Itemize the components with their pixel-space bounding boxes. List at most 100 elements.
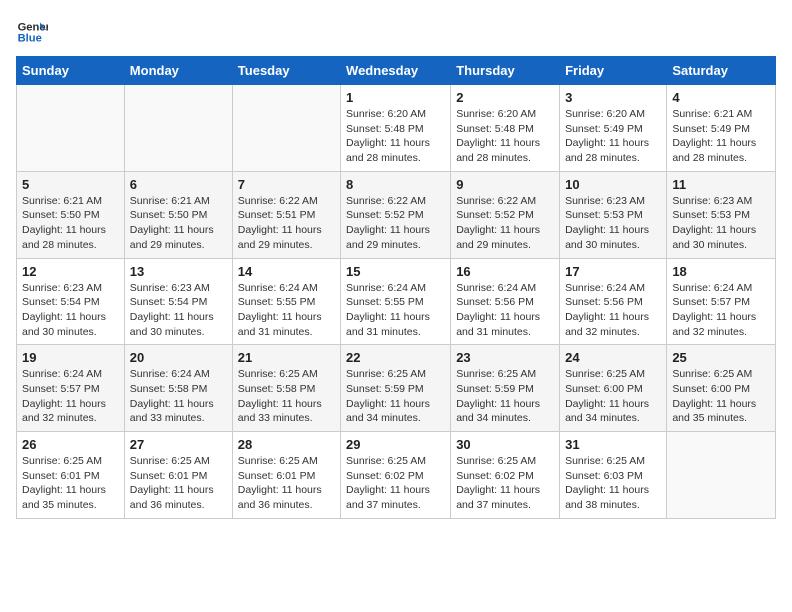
logo-icon: General Blue: [16, 16, 48, 48]
day-number: 28: [238, 437, 335, 452]
day-number: 25: [672, 350, 770, 365]
day-cell-6: 6 Sunrise: 6:21 AM Sunset: 5:50 PM Daylig…: [124, 171, 232, 258]
day-number: 27: [130, 437, 227, 452]
day-info: Sunrise: 6:24 AM Sunset: 5:56 PM Dayligh…: [565, 281, 661, 340]
day-info: Sunrise: 6:23 AM Sunset: 5:53 PM Dayligh…: [565, 194, 661, 253]
header-day-tuesday: Tuesday: [232, 57, 340, 85]
header-day-saturday: Saturday: [667, 57, 776, 85]
empty-cell: [17, 85, 125, 172]
day-number: 13: [130, 264, 227, 279]
day-cell-12: 12 Sunrise: 6:23 AM Sunset: 5:54 PM Dayli…: [17, 258, 125, 345]
day-cell-8: 8 Sunrise: 6:22 AM Sunset: 5:52 PM Daylig…: [341, 171, 451, 258]
day-number: 22: [346, 350, 445, 365]
day-cell-27: 27 Sunrise: 6:25 AM Sunset: 6:01 PM Dayli…: [124, 432, 232, 519]
header-day-thursday: Thursday: [451, 57, 560, 85]
day-cell-9: 9Sunrise: 6:22 AM Sunset: 5:52 PM Daylig…: [451, 171, 560, 258]
day-info: Sunrise: 6:24 AM Sunset: 5:55 PM Dayligh…: [346, 281, 445, 340]
header-day-friday: Friday: [560, 57, 667, 85]
day-number: 6: [130, 177, 227, 192]
day-number: 23: [456, 350, 554, 365]
day-cell-31: 31Sunrise: 6:25 AM Sunset: 6:03 PM Dayli…: [560, 432, 667, 519]
day-cell-25: 25 Sunrise: 6:25 AM Sunset: 6:00 PM Dayli…: [667, 345, 776, 432]
day-info: Sunrise: 6:25 AM Sunset: 6:00 PM Dayligh…: [672, 367, 770, 426]
day-number: 31: [565, 437, 661, 452]
day-cell-7: 7 Sunrise: 6:22 AM Sunset: 5:51 PM Daylig…: [232, 171, 340, 258]
day-number: 5: [22, 177, 119, 192]
page-header: General Blue: [16, 16, 776, 48]
day-number: 10: [565, 177, 661, 192]
day-cell-23: 23 Sunrise: 6:25 AM Sunset: 5:59 PM Dayli…: [451, 345, 560, 432]
week-row-3: 12 Sunrise: 6:23 AM Sunset: 5:54 PM Dayli…: [17, 258, 776, 345]
day-number: 3: [565, 90, 661, 105]
day-info: Sunrise: 6:25 AM Sunset: 5:59 PM Dayligh…: [346, 367, 445, 426]
day-number: 2: [456, 90, 554, 105]
day-number: 11: [672, 177, 770, 192]
day-cell-13: 13 Sunrise: 6:23 AM Sunset: 5:54 PM Dayli…: [124, 258, 232, 345]
day-number: 30: [456, 437, 554, 452]
day-cell-17: 17 Sunrise: 6:24 AM Sunset: 5:56 PM Dayli…: [560, 258, 667, 345]
day-info: Sunrise: 6:21 AM Sunset: 5:50 PM Dayligh…: [22, 194, 119, 253]
day-info: Sunrise: 6:24 AM Sunset: 5:57 PM Dayligh…: [22, 367, 119, 426]
day-info: Sunrise: 6:25 AM Sunset: 5:59 PM Dayligh…: [456, 367, 554, 426]
day-cell-21: 21 Sunrise: 6:25 AM Sunset: 5:58 PM Dayli…: [232, 345, 340, 432]
day-info: Sunrise: 6:25 AM Sunset: 6:02 PM Dayligh…: [346, 454, 445, 513]
calendar-header: SundayMondayTuesdayWednesdayThursdayFrid…: [17, 57, 776, 85]
day-cell-16: 16 Sunrise: 6:24 AM Sunset: 5:56 PM Dayli…: [451, 258, 560, 345]
day-info: Sunrise: 6:25 AM Sunset: 6:01 PM Dayligh…: [238, 454, 335, 513]
day-info: Sunrise: 6:21 AM Sunset: 5:50 PM Dayligh…: [130, 194, 227, 253]
logo: General Blue: [16, 16, 56, 48]
day-number: 15: [346, 264, 445, 279]
day-number: 20: [130, 350, 227, 365]
day-number: 7: [238, 177, 335, 192]
day-cell-28: 28 Sunrise: 6:25 AM Sunset: 6:01 PM Dayli…: [232, 432, 340, 519]
empty-cell: [124, 85, 232, 172]
day-cell-1: 1Sunrise: 6:20 AM Sunset: 5:48 PM Daylig…: [341, 85, 451, 172]
header-day-monday: Monday: [124, 57, 232, 85]
day-cell-24: 24 Sunrise: 6:25 AM Sunset: 6:00 PM Dayli…: [560, 345, 667, 432]
day-info: Sunrise: 6:23 AM Sunset: 5:54 PM Dayligh…: [22, 281, 119, 340]
day-number: 16: [456, 264, 554, 279]
day-cell-19: 19 Sunrise: 6:24 AM Sunset: 5:57 PM Dayli…: [17, 345, 125, 432]
day-number: 24: [565, 350, 661, 365]
day-number: 4: [672, 90, 770, 105]
day-number: 8: [346, 177, 445, 192]
day-info: Sunrise: 6:25 AM Sunset: 6:02 PM Dayligh…: [456, 454, 554, 513]
day-cell-20: 20 Sunrise: 6:24 AM Sunset: 5:58 PM Dayli…: [124, 345, 232, 432]
day-number: 1: [346, 90, 445, 105]
day-number: 19: [22, 350, 119, 365]
week-row-2: 5 Sunrise: 6:21 AM Sunset: 5:50 PM Daylig…: [17, 171, 776, 258]
day-info: Sunrise: 6:22 AM Sunset: 5:52 PM Dayligh…: [456, 194, 554, 253]
header-day-sunday: Sunday: [17, 57, 125, 85]
day-info: Sunrise: 6:22 AM Sunset: 5:51 PM Dayligh…: [238, 194, 335, 253]
day-info: Sunrise: 6:24 AM Sunset: 5:58 PM Dayligh…: [130, 367, 227, 426]
day-number: 12: [22, 264, 119, 279]
day-number: 29: [346, 437, 445, 452]
svg-text:Blue: Blue: [18, 33, 42, 45]
day-info: Sunrise: 6:25 AM Sunset: 5:58 PM Dayligh…: [238, 367, 335, 426]
day-info: Sunrise: 6:24 AM Sunset: 5:57 PM Dayligh…: [672, 281, 770, 340]
day-number: 17: [565, 264, 661, 279]
header-day-wednesday: Wednesday: [341, 57, 451, 85]
empty-cell: [667, 432, 776, 519]
day-cell-29: 29 Sunrise: 6:25 AM Sunset: 6:02 PM Dayli…: [341, 432, 451, 519]
day-info: Sunrise: 6:22 AM Sunset: 5:52 PM Dayligh…: [346, 194, 445, 253]
day-info: Sunrise: 6:24 AM Sunset: 5:56 PM Dayligh…: [456, 281, 554, 340]
day-cell-4: 4Sunrise: 6:21 AM Sunset: 5:49 PM Daylig…: [667, 85, 776, 172]
week-row-5: 26Sunrise: 6:25 AM Sunset: 6:01 PM Dayli…: [17, 432, 776, 519]
calendar-body: 1Sunrise: 6:20 AM Sunset: 5:48 PM Daylig…: [17, 85, 776, 519]
day-info: Sunrise: 6:20 AM Sunset: 5:49 PM Dayligh…: [565, 107, 661, 166]
day-info: Sunrise: 6:25 AM Sunset: 6:01 PM Dayligh…: [22, 454, 119, 513]
day-info: Sunrise: 6:25 AM Sunset: 6:00 PM Dayligh…: [565, 367, 661, 426]
day-cell-5: 5 Sunrise: 6:21 AM Sunset: 5:50 PM Daylig…: [17, 171, 125, 258]
day-info: Sunrise: 6:25 AM Sunset: 6:01 PM Dayligh…: [130, 454, 227, 513]
week-row-1: 1Sunrise: 6:20 AM Sunset: 5:48 PM Daylig…: [17, 85, 776, 172]
day-cell-11: 11Sunrise: 6:23 AM Sunset: 5:53 PM Dayli…: [667, 171, 776, 258]
day-number: 21: [238, 350, 335, 365]
day-cell-14: 14 Sunrise: 6:24 AM Sunset: 5:55 PM Dayli…: [232, 258, 340, 345]
day-number: 14: [238, 264, 335, 279]
day-cell-30: 30 Sunrise: 6:25 AM Sunset: 6:02 PM Dayli…: [451, 432, 560, 519]
day-cell-22: 22 Sunrise: 6:25 AM Sunset: 5:59 PM Dayli…: [341, 345, 451, 432]
day-info: Sunrise: 6:23 AM Sunset: 5:54 PM Dayligh…: [130, 281, 227, 340]
day-info: Sunrise: 6:24 AM Sunset: 5:55 PM Dayligh…: [238, 281, 335, 340]
empty-cell: [232, 85, 340, 172]
